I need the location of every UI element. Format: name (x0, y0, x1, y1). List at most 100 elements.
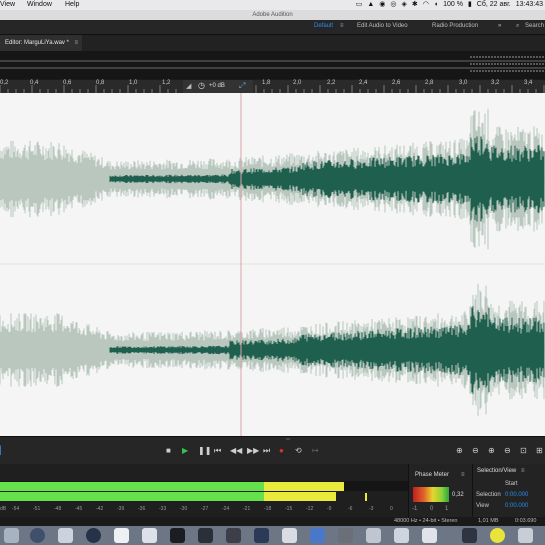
app-icon[interactable] (490, 528, 505, 543)
level-scale-label: -21 (243, 506, 251, 512)
menu-view[interactable]: View (0, 0, 15, 10)
editor-tab-bar: Editor: MarguLiYa.wav * ≡ (0, 34, 545, 52)
panel-menu-icon[interactable]: ≡ (74, 35, 78, 52)
ruler-label: 1,8 (262, 80, 271, 86)
zoom-selection-icon[interactable]: ⊞ (536, 446, 543, 456)
app-icon[interactable] (518, 528, 533, 543)
monitor-icon[interactable]: ▭ (356, 0, 363, 10)
app-icon[interactable] (462, 528, 477, 543)
zoom-out-full-icon[interactable]: ⊡ (520, 446, 527, 456)
search-icon[interactable]: ⌕ (516, 23, 519, 30)
level-scale-label: -30 (180, 506, 188, 512)
app-icon[interactable] (114, 528, 129, 543)
editor-tab[interactable]: Editor: MarguLiYa.wav * ≡ (0, 35, 82, 52)
level-scale-label: -6 (348, 506, 353, 512)
app-icon[interactable] (282, 528, 297, 543)
phase-scale-label: 1 (445, 506, 449, 512)
battery-percent[interactable]: 100 % (443, 0, 463, 10)
ruler-label: 1,2 (162, 80, 171, 86)
menu-window[interactable]: Window (27, 0, 52, 10)
record-icon[interactable]: ● (279, 446, 284, 456)
ruler-label: 0,6 (63, 80, 72, 86)
workspace-bar: Default ≡ Edit Audio to Video Radio Prod… (0, 20, 545, 34)
level-meter-right (0, 492, 336, 501)
phase-value: 0,32 (452, 492, 464, 498)
zoom-out-time-icon[interactable]: ⊖ (504, 446, 511, 456)
waveform-overview[interactable] (0, 51, 545, 79)
workspace-default[interactable]: Default (314, 23, 333, 29)
rewind-icon[interactable]: ◀◀ (230, 446, 242, 456)
overflow-chevron-icon[interactable]: » (498, 23, 501, 29)
skype-icon[interactable]: ◎ (390, 0, 396, 10)
view-row-label: View (476, 503, 489, 509)
level-scale-label: -3 (369, 506, 374, 512)
menu-date[interactable]: Сб, 22 авг. (477, 0, 511, 10)
time-ruler[interactable]: 0,2 0,4 0,6 0,8 1,0 1,2 1,8 2,0 2,2 2,4 … (0, 80, 545, 93)
app-icon[interactable] (86, 528, 101, 543)
app-icon[interactable] (226, 528, 241, 543)
creative-cloud-icon[interactable]: ◉ (379, 0, 385, 10)
panel-grip-icon[interactable]: ═ (286, 437, 290, 443)
level-scale-label: -39 (117, 506, 125, 512)
app-icon[interactable] (170, 528, 185, 543)
battery-icon[interactable]: ▮ (468, 0, 472, 10)
workspace-menu-icon[interactable]: ≡ (340, 23, 344, 29)
app-icon[interactable] (198, 528, 213, 543)
play-icon[interactable]: ▶ (182, 446, 188, 456)
app-icon[interactable] (366, 528, 381, 543)
workspace-edit-audio-to-video[interactable]: Edit Audio to Video (357, 23, 408, 29)
gain-knob-icon[interactable]: ◷ (198, 81, 205, 90)
upload-icon[interactable]: ▲ (367, 0, 374, 10)
level-scale-label: -18 (264, 506, 272, 512)
app-icon[interactable] (254, 528, 269, 543)
finder-icon[interactable] (4, 528, 19, 543)
app-icon[interactable] (310, 528, 325, 543)
panel-menu-icon[interactable]: ≡ (521, 468, 525, 474)
ruler-label: 0,8 (96, 80, 105, 86)
editor-tab-label: Editor: MarguLiYa.wav * (5, 40, 69, 46)
level-scale-label: -33 (159, 506, 167, 512)
ruler-label: 2,6 (392, 80, 401, 86)
search-label[interactable]: Search (525, 23, 544, 29)
move-playhead-previous-icon[interactable]: ⏮ (214, 446, 221, 456)
phase-scale-label: -1 (412, 506, 418, 512)
app-icon[interactable] (422, 528, 437, 543)
phase-scale-label: 0 (430, 506, 434, 512)
menu-help[interactable]: Help (65, 0, 79, 10)
move-playhead-next-icon[interactable]: ⏭ (263, 446, 270, 456)
selection-start-field[interactable]: 0:00.000 (505, 492, 528, 498)
time-display[interactable]: ▏ (0, 446, 6, 455)
zoom-out-amplitude-icon[interactable]: ⊖ (472, 446, 479, 456)
app-icon[interactable] (142, 528, 157, 543)
loop-icon[interactable]: ⟲ (295, 446, 302, 456)
app-icon[interactable] (338, 528, 353, 543)
hud-gain-control[interactable]: ◢ ◷ +0 dB ⤢ (183, 80, 253, 93)
zoom-in-amplitude-icon[interactable]: ⊕ (456, 446, 463, 456)
workspace-radio-production[interactable]: Radio Production (432, 23, 478, 29)
pause-icon[interactable]: ❚❚ (198, 446, 211, 456)
app-icon[interactable] (58, 528, 73, 543)
panel-menu-icon[interactable]: ≡ (461, 472, 465, 478)
ruler-label: 2,2 (327, 80, 336, 86)
skip-silence-icon[interactable]: ↦ (312, 446, 319, 456)
levels-panel: dB -54 -51 -48 -45 -42 -39 -36 -33 -30 -27 -24 -21 -1… (0, 464, 408, 517)
fast-forward-icon[interactable]: ▶▶ (247, 446, 259, 456)
stop-icon[interactable]: ■ (166, 446, 171, 456)
level-scale-label: -45 (75, 506, 83, 512)
shield-icon[interactable]: ◈ (401, 0, 406, 10)
level-bars-icon: ◢ (186, 83, 192, 90)
app-icon[interactable] (394, 528, 409, 543)
gain-value[interactable]: +0 dB (209, 83, 225, 89)
app-icon[interactable] (30, 528, 45, 543)
start-header: Start (505, 481, 518, 487)
view-start-field[interactable]: 0:00.000 (505, 503, 528, 509)
zoom-in-time-icon[interactable]: ⊕ (488, 446, 495, 456)
waveform-display[interactable] (0, 93, 545, 436)
ruler-label: 0,2 (0, 80, 9, 86)
bluetooth-icon[interactable]: ✱ (412, 0, 418, 10)
menu-time[interactable]: 13:43:43 (516, 0, 543, 10)
pin-icon[interactable]: ⤢ (239, 81, 245, 91)
volume-icon[interactable]: ◖ (434, 0, 438, 10)
ruler-label: 3,0 (459, 80, 468, 86)
wifi-icon[interactable]: ◠ (423, 0, 429, 10)
